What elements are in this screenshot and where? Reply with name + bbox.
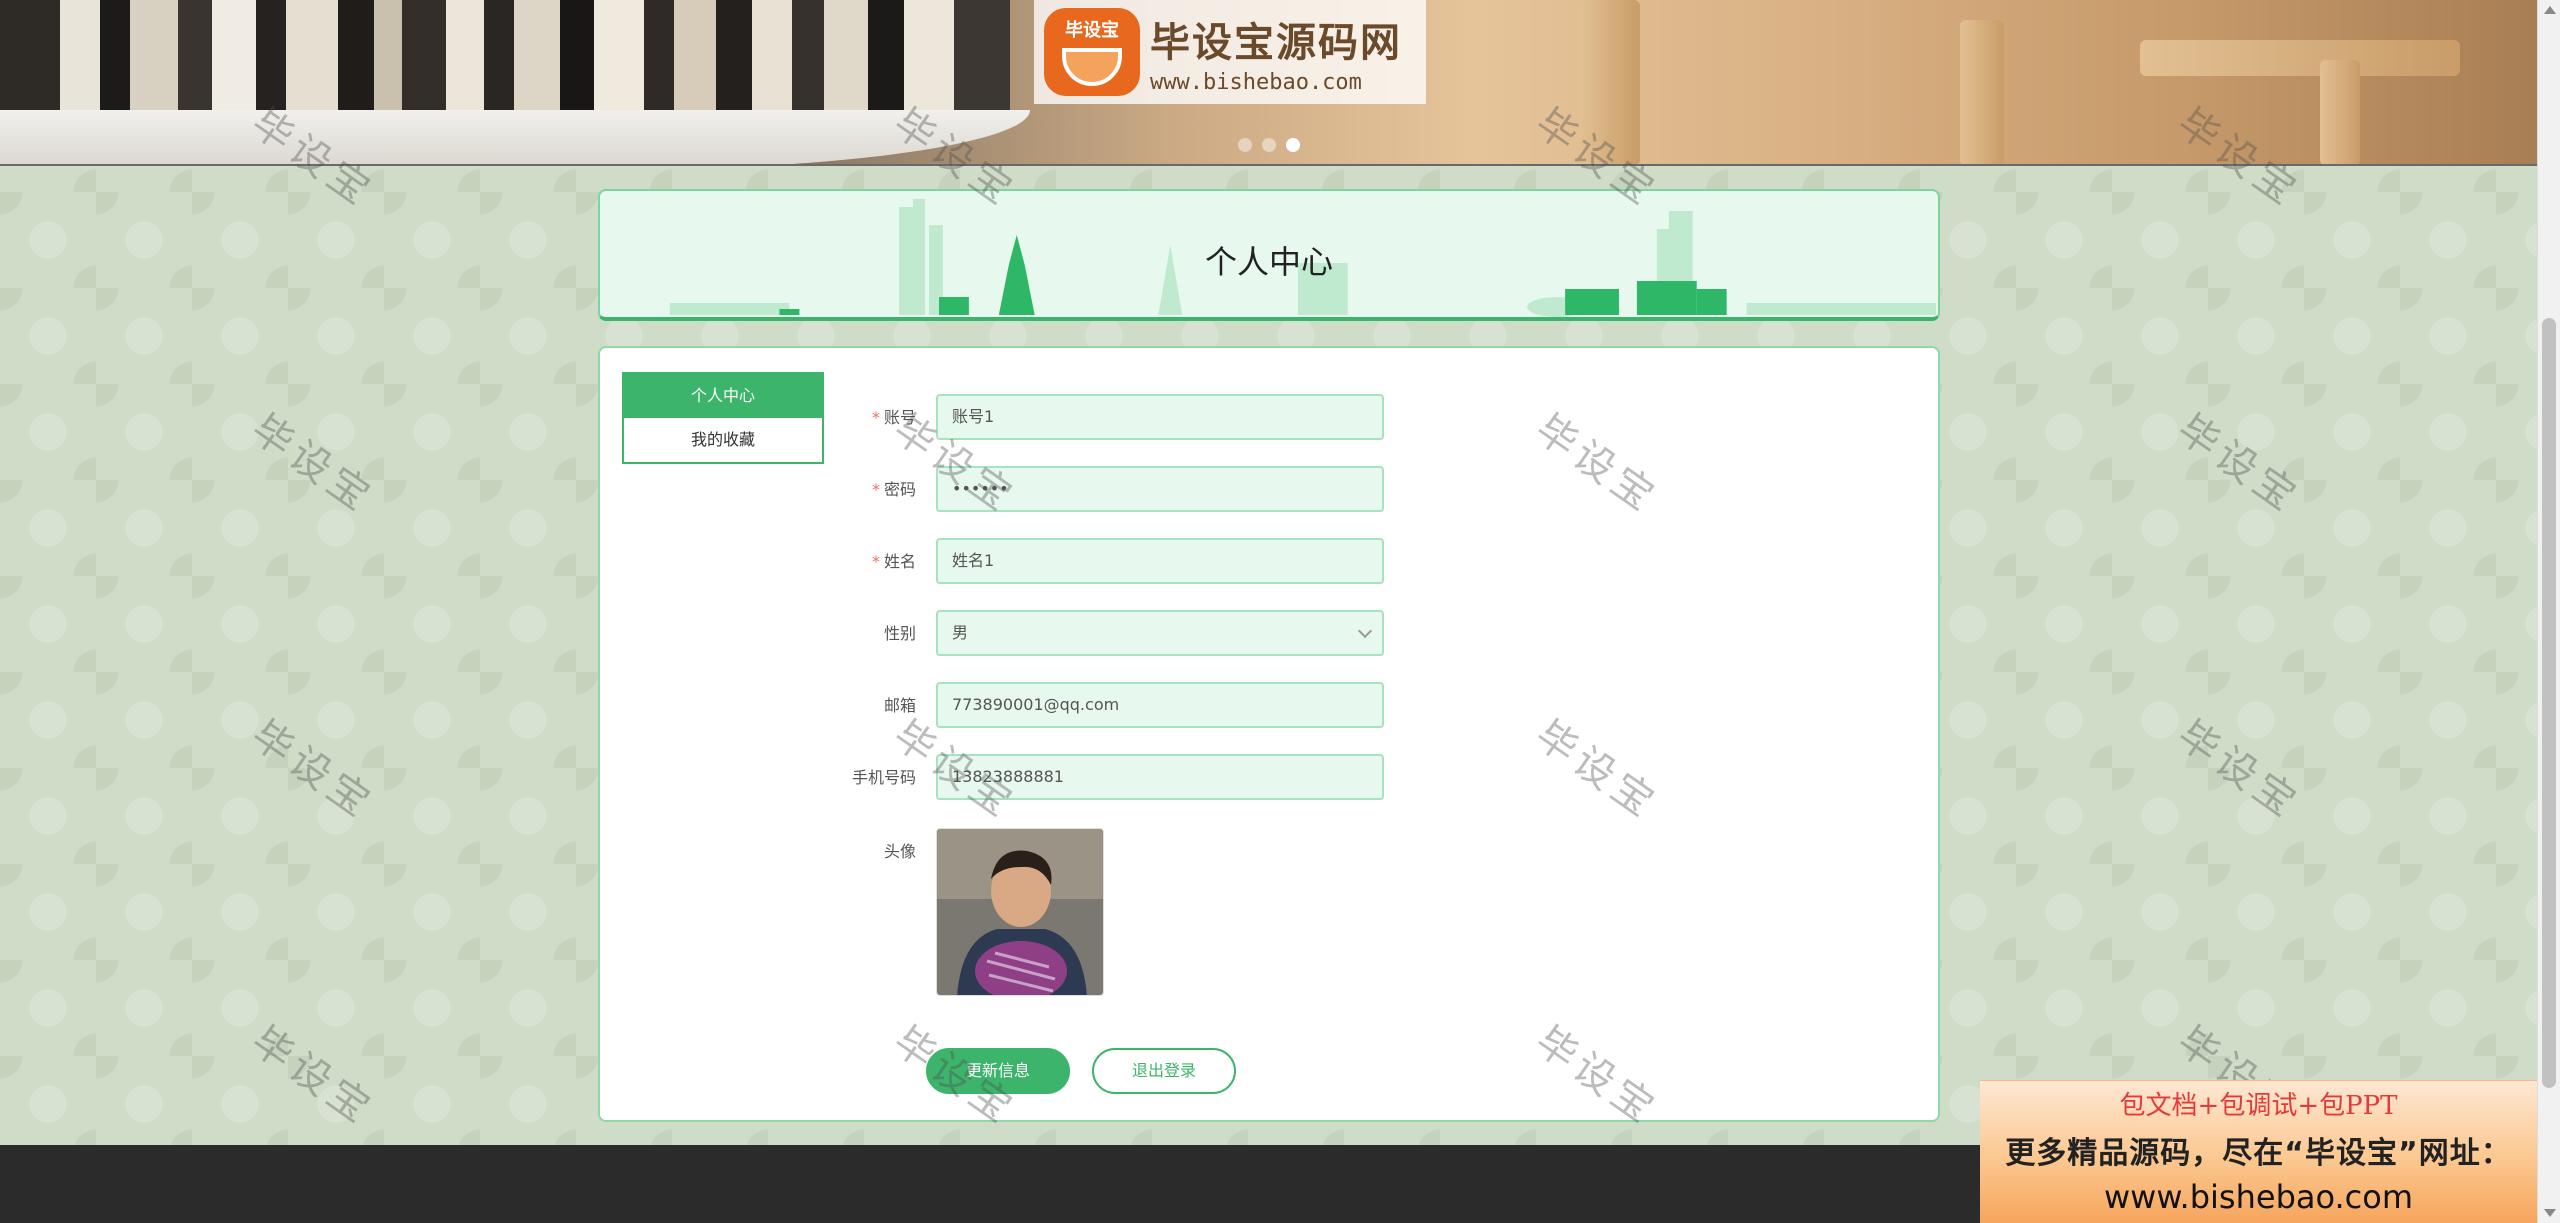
profile-panel: 个人中心 我的收藏 * 账号 账号1 * 密码 •••••• * 姓名 姓名1 性别 … — [598, 346, 1940, 1122]
page-header-card: 个人中心 — [598, 189, 1940, 321]
avatar-label: 头像 — [883, 842, 916, 861]
form-row-email: 邮箱 773890001@qq.com — [600, 682, 1938, 730]
logo-icon: 毕设宝 — [1044, 8, 1140, 96]
phone-label: 手机号码 — [851, 768, 916, 787]
logo-url: www.bishebao.com — [1150, 69, 1362, 95]
avatar-image[interactable] — [936, 828, 1104, 996]
promo-line-1: 包文档+包调试+包PPT — [2119, 1091, 2398, 1121]
scroll-up-icon[interactable] — [2544, 6, 2556, 14]
promo-line-2: 更多精品源码，尽在“毕设宝”网址： — [2005, 1136, 2512, 1171]
form-row-password: * 密码 •••••• — [600, 466, 1938, 514]
banner-carousel[interactable]: 毕设宝 毕设宝源码网 www.bishebao.com — [0, 0, 2537, 166]
watermark: 毕设宝 — [2168, 405, 2309, 523]
password-label: * 密码 — [871, 480, 916, 499]
email-input[interactable]: 773890001@qq.com — [936, 682, 1384, 728]
gender-label: 性别 — [883, 624, 916, 643]
password-input[interactable]: •••••• — [936, 466, 1384, 512]
gender-value: 男 — [952, 623, 969, 642]
form-row-avatar: 头像 — [600, 828, 1938, 998]
phone-input[interactable]: 13823888881 — [936, 754, 1384, 800]
logo-title: 毕设宝源码网 — [1150, 19, 1402, 66]
name-label: * 姓名 — [871, 552, 916, 571]
site-logo[interactable]: 毕设宝 毕设宝源码网 www.bishebao.com — [1034, 0, 1426, 104]
watermark: 毕设宝 — [242, 1017, 383, 1135]
form-row-account: * 账号 账号1 — [600, 394, 1938, 442]
update-info-button[interactable]: 更新信息 — [926, 1048, 1070, 1094]
form-row-name: * 姓名 姓名1 — [600, 538, 1938, 586]
watermark: 毕设宝 — [242, 405, 383, 523]
scroll-down-icon[interactable] — [2544, 1209, 2556, 1217]
name-input[interactable]: 姓名1 — [936, 538, 1384, 584]
promo-banner[interactable]: 包文档+包调试+包PPT 更多精品源码，尽在“毕设宝”网址： www.bishe… — [1980, 1080, 2537, 1223]
form-actions: 更新信息 退出登录 — [600, 1048, 1938, 1096]
carousel-dot-2[interactable] — [1262, 138, 1276, 152]
watermark: 毕设宝 — [2168, 711, 2309, 829]
table-image — [1420, 0, 2537, 164]
logout-button[interactable]: 退出登录 — [1092, 1048, 1236, 1094]
gender-select[interactable]: 男 — [936, 610, 1384, 656]
vertical-scrollbar[interactable] — [2537, 0, 2560, 1223]
account-label: * 账号 — [871, 408, 916, 427]
chevron-down-icon — [1357, 623, 1373, 639]
watermark: 毕设宝 — [242, 711, 383, 829]
form-row-phone: 手机号码 13823888881 — [600, 754, 1938, 802]
bookshelf-image — [0, 0, 1030, 164]
carousel-indicators — [1238, 138, 1300, 152]
promo-url: www.bishebao.com — [2103, 1178, 2414, 1216]
carousel-dot-1[interactable] — [1238, 138, 1252, 152]
carousel-dot-3[interactable] — [1286, 138, 1300, 152]
account-input[interactable]: 账号1 — [936, 394, 1384, 440]
form-row-gender: 性别 男 — [600, 610, 1938, 658]
email-label: 邮箱 — [883, 696, 916, 715]
page-title: 个人中心 — [1204, 243, 1333, 281]
scroll-thumb[interactable] — [2542, 318, 2556, 1088]
